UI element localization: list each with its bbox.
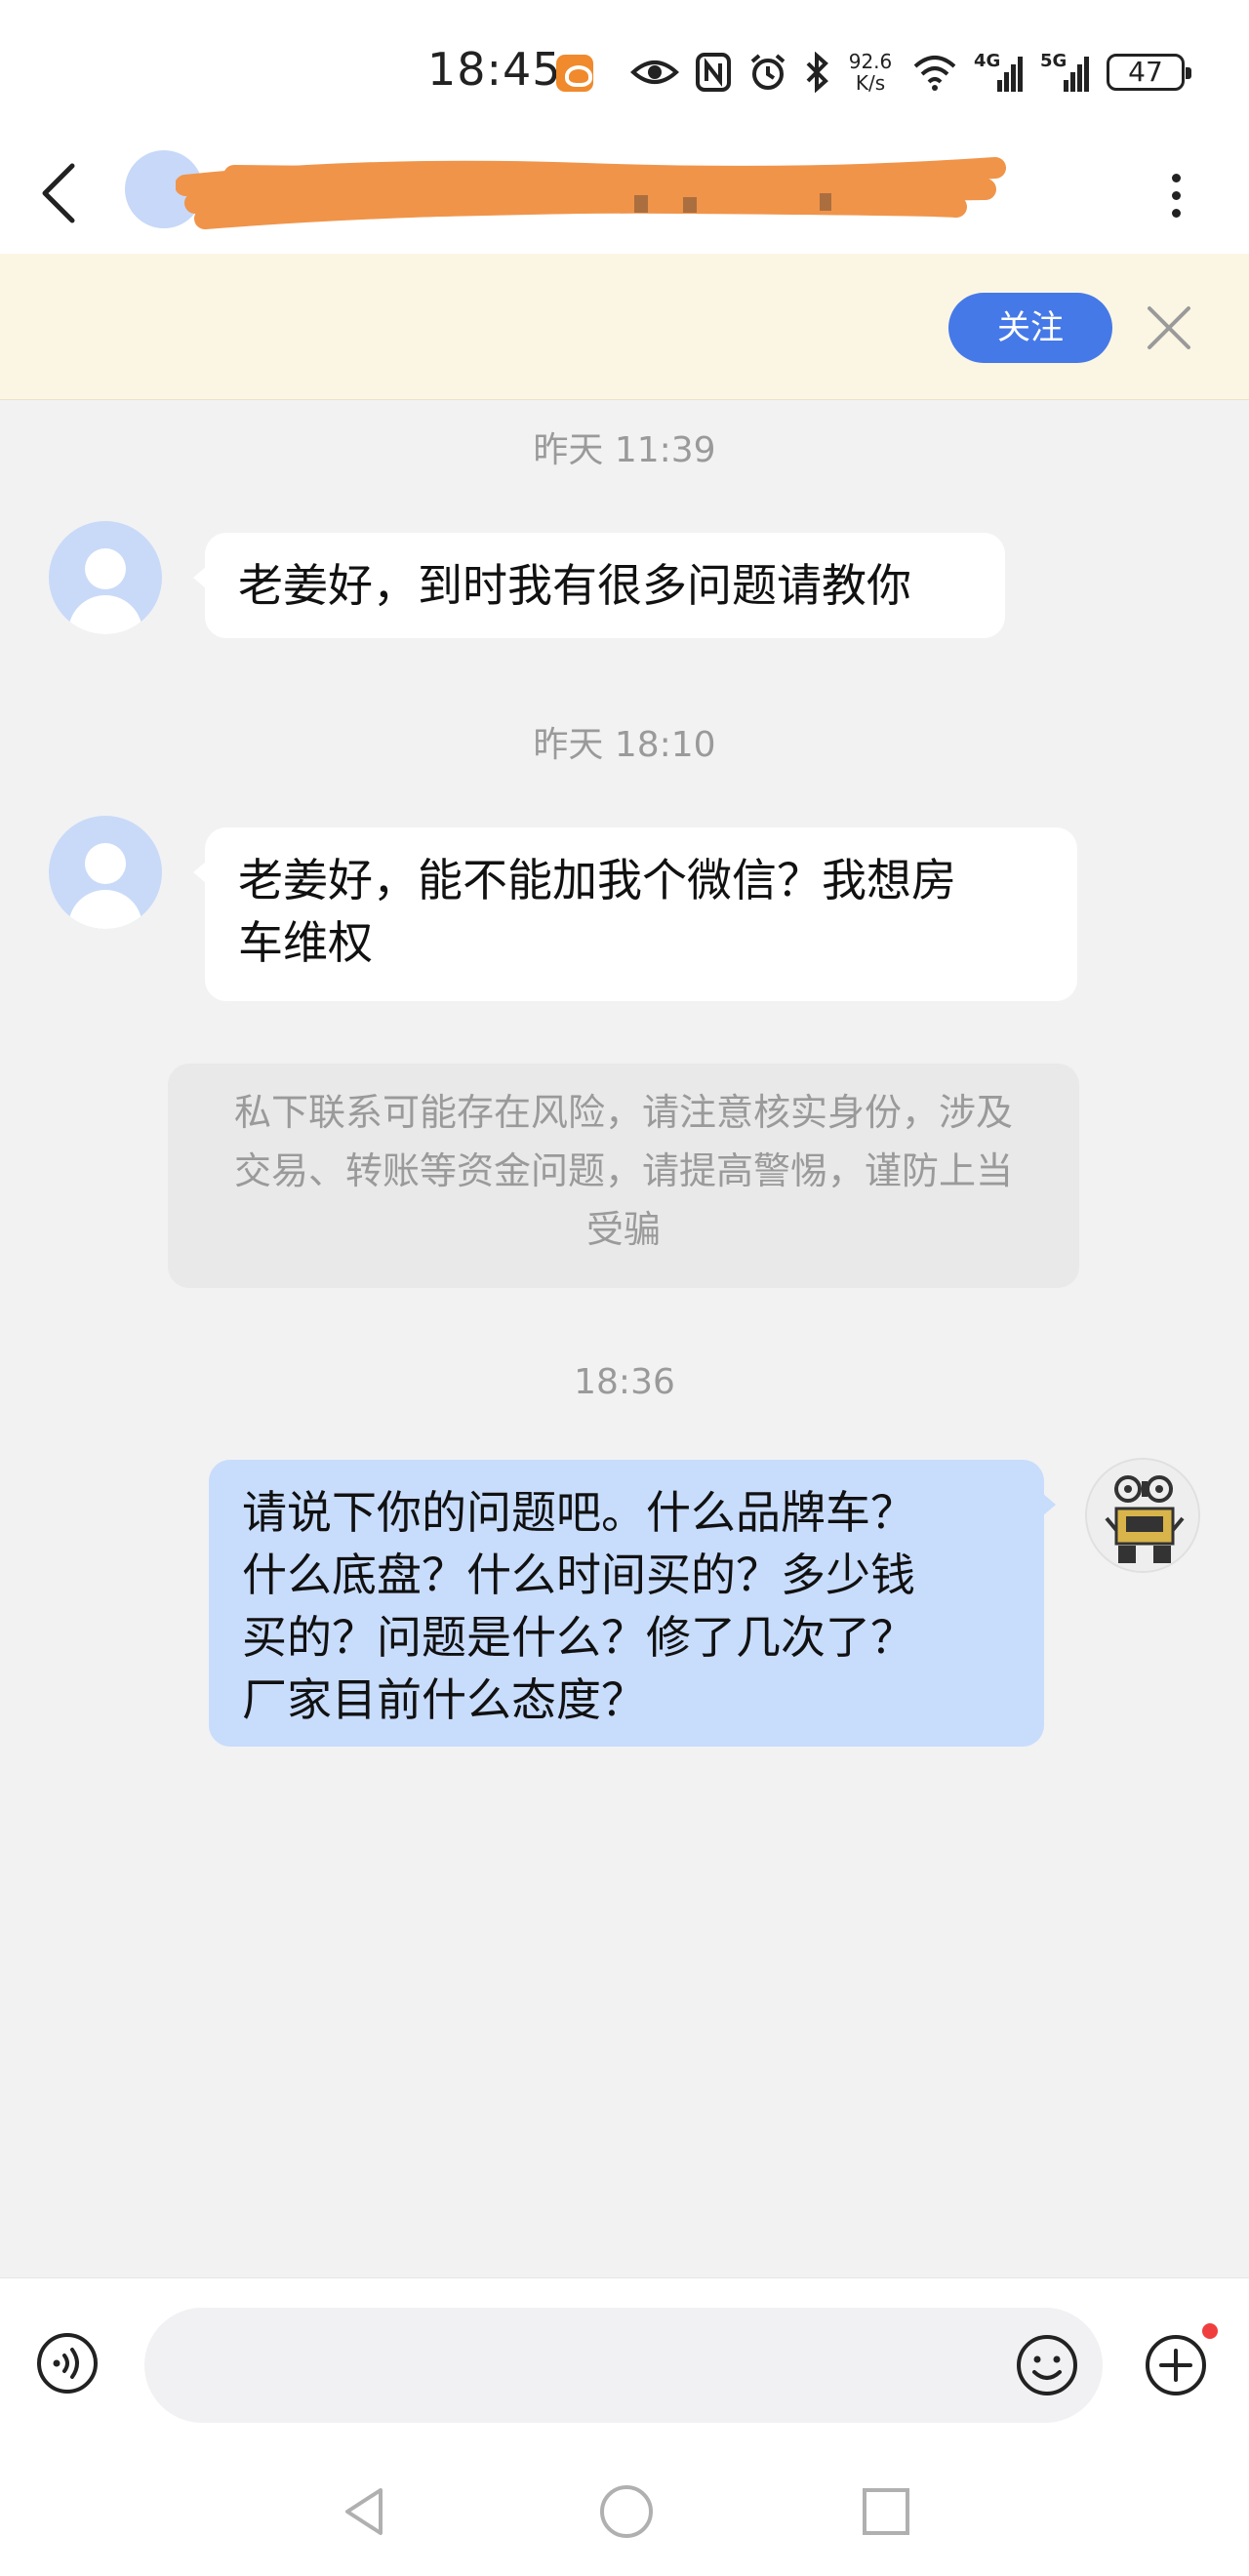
redaction-scribble [175,157,1006,229]
notice-line: 私下联系可能存在风险，请注意核实身份，涉及 [233,1091,1013,1134]
nav-home-icon[interactable] [597,2482,656,2541]
message-text: 老姜好，到时我有很多问题请教你 [238,559,911,612]
battery-level: 47 [1128,56,1163,88]
avatar-body-shape [68,890,142,929]
net-speed-unit: K/s [855,71,886,95]
signal-5g-icon: 5G [1040,51,1091,94]
net-speed-value: 92.6 [848,50,893,73]
battery-icon: 47 [1107,54,1191,91]
chat-header [0,146,1249,254]
message-input-bar [0,2277,1249,2447]
avatar-head-shape [85,548,126,589]
message-text-line: 厂家目前什么态度？ [242,1673,646,1726]
message-input[interactable] [144,2308,1103,2423]
net-speed: 92.6 K/s [845,51,896,94]
emoji-icon[interactable] [1015,2333,1079,2397]
nfc-icon [696,53,731,92]
signal-4g-icon: 4G [974,51,1025,94]
system-nav-bar [0,2447,1249,2576]
back-button[interactable] [29,158,88,228]
safety-warning-notice: 私下联系可能存在风险，请注意核实身份，涉及 交易、转账等资金问题，请提高警惕，谨… [168,1064,1079,1288]
more-options-button[interactable] [1151,156,1200,234]
message-timestamp: 昨天 18:10 [533,725,716,765]
message-text-line: 请说下你的问题吧。什么品牌车？ [242,1486,915,1539]
notice-line: 交易、转账等资金问题，请提高警惕，谨防上当 [233,1149,1013,1192]
follow-button[interactable]: 关注 [948,293,1112,363]
message-text-line: 什么底盘？什么时间买的？多少钱 [242,1549,915,1601]
chevron-left-icon [42,163,75,223]
message-timestamp: 18:36 [574,1362,675,1402]
wifi-icon [913,56,956,91]
contact-avatar[interactable] [49,521,162,634]
bluetooth-icon [806,52,828,93]
close-icon[interactable] [1140,299,1198,357]
my-avatar[interactable] [1085,1458,1200,1573]
message-text-line: 买的？问题是什么？修了几次了？ [242,1611,915,1664]
status-icons: 92.6 K/s 4G 5G 47 [630,45,1191,100]
message-bubble-incoming[interactable]: 老姜好，能不能加我个微信？我想房 车维权 [193,827,1077,1001]
nav-back-icon[interactable] [336,2482,394,2541]
more-dot-icon [1171,173,1181,182]
status-time: 18:45 [427,43,562,96]
alarm-icon [750,54,786,90]
plus-icon[interactable] [1144,2333,1208,2397]
voice-input-icon[interactable] [35,2331,100,2395]
message-bubble-incoming[interactable]: 老姜好，到时我有很多问题请教你 [193,533,1005,638]
contact-avatar[interactable] [49,816,162,929]
notice-line: 受骗 [585,1208,661,1251]
robot-avatar-image [1087,1460,1198,1571]
app-badge-icon [556,55,593,92]
more-dot-icon [1171,208,1181,218]
eye-icon [630,60,679,84]
message-text-line: 老姜好，能不能加我个微信？我想房 [238,854,956,906]
nav-recent-apps-icon[interactable] [857,2482,915,2541]
avatar-body-shape [68,595,142,634]
more-dot-icon [1171,190,1181,200]
notification-dot [1202,2323,1218,2339]
follow-banner: 关注 [0,254,1249,400]
status-bar: 18:45 92.6 K/s 4G 5G 47 [0,0,1249,146]
message-timestamp: 昨天 11:39 [533,430,716,470]
contact-name-redacted[interactable] [175,146,1015,234]
message-text-line: 车维权 [238,916,373,969]
message-bubble-outgoing[interactable]: 请说下你的问题吧。什么品牌车？ 什么底盘？什么时间买的？多少钱 买的？问题是什么… [209,1460,1056,1747]
avatar-head-shape [85,843,126,884]
